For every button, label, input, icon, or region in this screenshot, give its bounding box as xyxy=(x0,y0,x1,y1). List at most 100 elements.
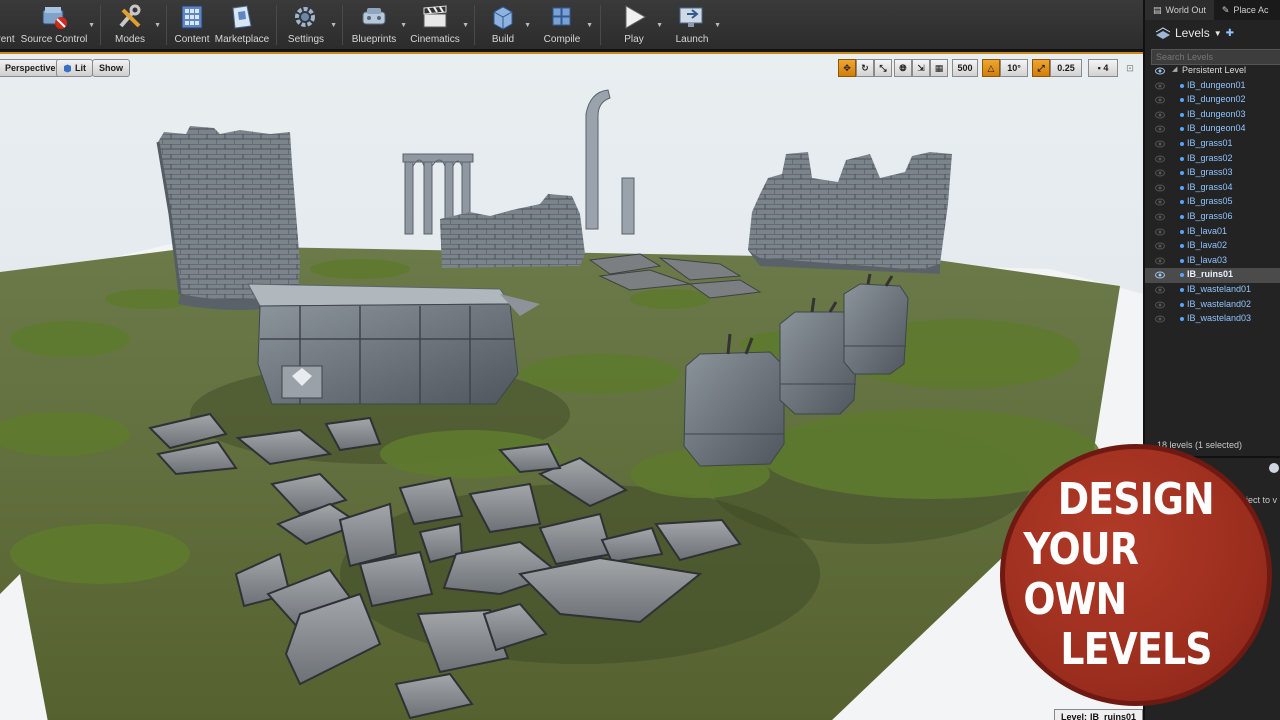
rotation-snap-dropdown[interactable]: 10° xyxy=(1000,59,1028,77)
perspective-menu-button[interactable]: Perspective xyxy=(0,59,63,77)
translate-tool-button[interactable]: ✥ xyxy=(838,59,856,77)
visibility-eye-icon[interactable] xyxy=(1155,257,1165,265)
toolbar-blueprints-button[interactable]: Blueprints ▼ xyxy=(350,0,407,49)
toolbar-divider xyxy=(166,5,167,45)
visibility-eye-icon[interactable] xyxy=(1155,242,1165,250)
tab-place-actors[interactable]: ✎ Place Ac xyxy=(1214,0,1277,20)
toolbar-modes-button[interactable]: Modes ▼ xyxy=(108,0,161,49)
chevron-down-icon[interactable]: ▼ xyxy=(656,22,663,29)
level-row[interactable]: IB_grass04 xyxy=(1145,181,1280,196)
visibility-eye-icon[interactable] xyxy=(1155,198,1165,206)
chevron-down-icon[interactable]: ▼ xyxy=(1214,29,1222,38)
show-flags-button[interactable]: Show xyxy=(92,59,130,77)
level-row[interactable]: IB_grass01 xyxy=(1145,137,1280,152)
ruined-stone-block xyxy=(247,283,540,405)
toolbar-compile-button[interactable]: Compile ▼ xyxy=(540,0,593,49)
level-row[interactable]: IB_lava03 xyxy=(1145,254,1280,269)
search-levels-input[interactable] xyxy=(1151,49,1280,65)
toolbar-divider xyxy=(474,5,475,45)
visibility-eye-icon[interactable] xyxy=(1155,111,1165,119)
chevron-down-icon[interactable]: ▼ xyxy=(586,22,593,29)
visibility-eye-icon[interactable] xyxy=(1155,169,1165,177)
level-row[interactable]: IB_ruins01 xyxy=(1145,268,1280,283)
visibility-eye-icon[interactable] xyxy=(1155,155,1165,163)
compile-icon xyxy=(547,3,577,31)
chevron-down-icon[interactable]: ▼ xyxy=(330,22,337,29)
chevron-down-icon[interactable]: ▼ xyxy=(400,22,407,29)
level-row[interactable]: IB_grass06 xyxy=(1145,210,1280,225)
level-name: IB_wasteland03 xyxy=(1187,313,1252,324)
level-row[interactable]: IB_wasteland03 xyxy=(1145,312,1280,327)
scale-tool-button[interactable]: ⤡ xyxy=(874,59,892,77)
expand-arrow-icon[interactable]: ◢ xyxy=(1172,65,1177,73)
visibility-eye-icon[interactable] xyxy=(1155,125,1165,133)
visibility-eye-icon[interactable] xyxy=(1155,315,1165,323)
maximize-viewport-button[interactable]: ⊡ xyxy=(1124,59,1136,77)
toolbar-save-button[interactable]: rent xyxy=(0,0,18,49)
visibility-eye-icon[interactable] xyxy=(1155,96,1165,104)
right-wall-ruin xyxy=(748,152,952,274)
scale-snap-toggle[interactable]: ⤢ xyxy=(1032,59,1050,77)
toolbar-settings-button[interactable]: Settings ▼ xyxy=(284,0,337,49)
angle-icon: △ xyxy=(987,62,995,73)
level-row[interactable]: IB_dungeon04 xyxy=(1145,122,1280,137)
visibility-eye-icon[interactable] xyxy=(1155,228,1165,236)
chevron-down-icon[interactable]: ▼ xyxy=(154,22,161,29)
level-row[interactable]: IB_lava02 xyxy=(1145,239,1280,254)
level-row[interactable]: IB_grass02 xyxy=(1145,152,1280,167)
chevron-down-icon[interactable]: ▼ xyxy=(88,22,95,29)
visibility-eye-icon[interactable] xyxy=(1155,184,1165,192)
level-list: ◢ Persistent Level IB_dungeon01 IB_dungeo… xyxy=(1145,64,1280,327)
level-row[interactable]: IB_dungeon02 xyxy=(1145,93,1280,108)
visibility-eye-icon[interactable] xyxy=(1155,67,1165,75)
surface-snap-button[interactable]: ⇲ xyxy=(912,59,930,77)
ruins-level-scene[interactable] xyxy=(0,54,1143,720)
tab-levels[interactable]: Levels ▼ ✚ xyxy=(1149,22,1240,44)
level-row[interactable]: IB_wasteland02 xyxy=(1145,298,1280,313)
level-name: IB_dungeon01 xyxy=(1187,79,1246,90)
tab-world-outliner[interactable]: ▤ World Out xyxy=(1145,0,1214,20)
level-streaming-dot-icon xyxy=(1180,258,1184,263)
level-row[interactable]: IB_grass05 xyxy=(1145,195,1280,210)
level-row[interactable]: IB_dungeon01 xyxy=(1145,79,1280,94)
level-row-persistent[interactable]: ◢ Persistent Level xyxy=(1145,64,1280,79)
visibility-eye-icon[interactable] xyxy=(1155,271,1165,279)
promo-line: DESIGN xyxy=(1057,474,1215,525)
camera-speed-dropdown[interactable]: ▪ 4 xyxy=(1088,59,1118,77)
chevron-down-icon[interactable]: ▼ xyxy=(462,22,469,29)
visibility-eye-icon[interactable] xyxy=(1155,140,1165,148)
level-row[interactable]: IB_wasteland01 xyxy=(1145,283,1280,298)
level-name: IB_grass05 xyxy=(1187,196,1233,207)
toolbar-cinematics-button[interactable]: Cinematics ▼ xyxy=(410,0,469,49)
toolbar-build-button[interactable]: Build ▼ xyxy=(484,0,531,49)
grid-snap-toggle[interactable]: ▦ xyxy=(930,59,948,77)
toolbar-source-control-button[interactable]: Source Control ▼ xyxy=(21,0,95,49)
level-viewport[interactable]: Perspective Lit Show ✥ ↻ ⤡ 🌐︎ ⇲ ▦ 500 △ … xyxy=(0,52,1143,720)
toolbar-play-button[interactable]: Play ▼ xyxy=(614,0,663,49)
rotate-tool-button[interactable]: ↻ xyxy=(856,59,874,77)
world-local-toggle[interactable]: 🌐︎ xyxy=(894,59,912,77)
rotation-snap-toggle[interactable]: △ xyxy=(982,59,1000,77)
chevron-down-icon[interactable]: ▼ xyxy=(524,22,531,29)
visibility-eye-icon[interactable] xyxy=(1155,286,1165,294)
grid-size-dropdown[interactable]: 500 xyxy=(952,59,978,77)
view-mode-button[interactable]: Lit xyxy=(56,59,93,77)
level-row[interactable]: IB_lava01 xyxy=(1145,225,1280,240)
chevron-down-icon[interactable]: ▼ xyxy=(714,22,721,29)
level-streaming-dot-icon xyxy=(1180,302,1184,307)
level-row[interactable]: IB_dungeon03 xyxy=(1145,108,1280,123)
level-name: IB_grass03 xyxy=(1187,167,1233,178)
visibility-eye-icon[interactable] xyxy=(1155,82,1165,90)
level-name: IB_dungeon04 xyxy=(1187,123,1246,134)
scale-snap-dropdown[interactable]: 0.25 xyxy=(1050,59,1082,77)
toolbar-content-button[interactable]: Content xyxy=(172,0,212,49)
content-browser-icon xyxy=(177,3,207,31)
level-row[interactable]: IB_grass03 xyxy=(1145,166,1280,181)
toolbar-marketplace-button[interactable]: Marketplace xyxy=(214,0,270,49)
visibility-eye-icon[interactable] xyxy=(1155,301,1165,309)
launch-icon xyxy=(677,3,707,31)
toolbar-launch-button[interactable]: Launch ▼ xyxy=(672,0,721,49)
scale-snap-icon: ⤢ xyxy=(1037,62,1045,73)
add-level-icon[interactable]: ✚ xyxy=(1226,28,1234,39)
visibility-eye-icon[interactable] xyxy=(1155,213,1165,221)
